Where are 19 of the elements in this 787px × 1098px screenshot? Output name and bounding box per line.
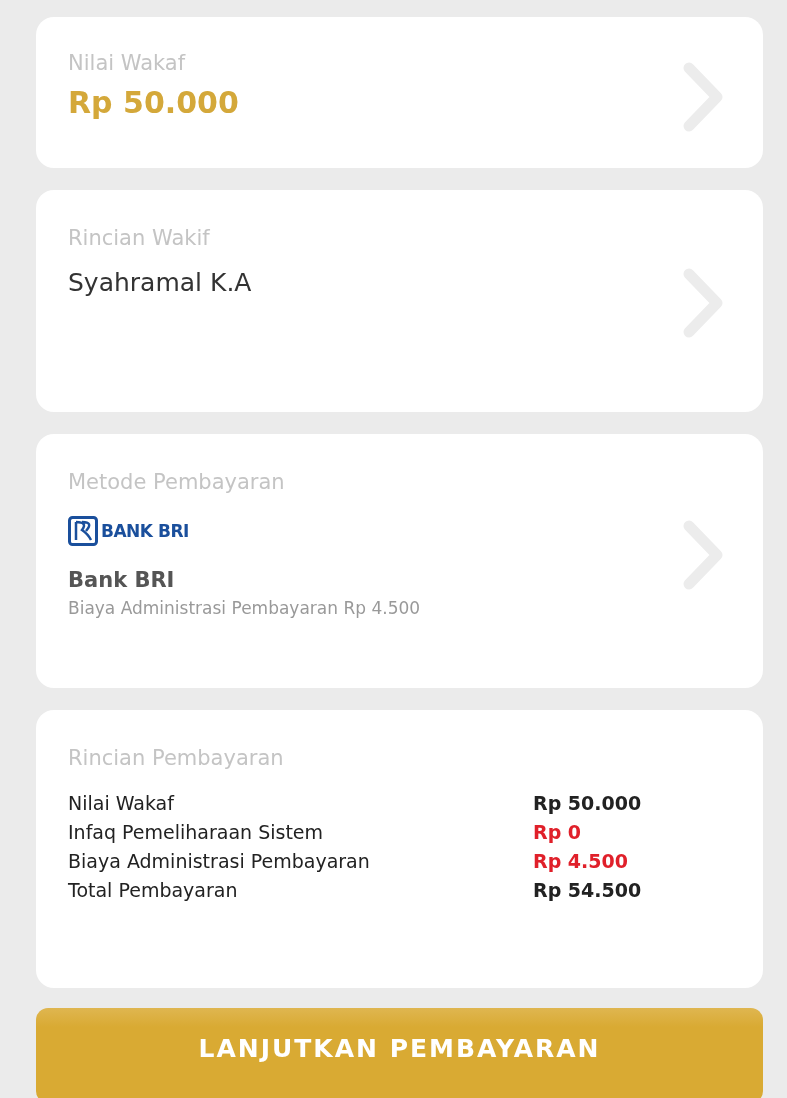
payment-method-card[interactable]: Metode Pembayaran BANK BRI Bank BRI Biaya Administrasi Pembayaran Rp 4.500	[36, 434, 763, 688]
detail-label: Nilai Wakaf	[68, 792, 176, 814]
detail-value: Rp 0	[533, 821, 583, 843]
detail-value: Rp 50.000	[533, 792, 643, 814]
wakaf-amount: Rp 50.000	[68, 85, 239, 120]
wakif-name: Syahramal K.A	[68, 268, 252, 297]
card-label: Rincian Wakif	[68, 226, 210, 250]
detail-value: Rp 54.500	[533, 879, 643, 901]
wakif-details-card[interactable]: Rincian Wakif Syahramal K.A	[36, 190, 763, 412]
card-label: Metode Pembayaran	[68, 470, 285, 494]
fee-note: Biaya Administrasi Pembayaran Rp 4.500	[68, 598, 421, 618]
bank-name: Bank BRI	[68, 568, 175, 592]
detail-label: Total Pembayaran	[68, 879, 239, 901]
bank-logo: BANK BRI	[68, 516, 189, 546]
detail-label: Biaya Administrasi Pembayaran	[68, 850, 371, 872]
detail-label: Infaq Pemeliharaan Sistem	[68, 821, 325, 843]
card-label: Rincian Pembayaran	[68, 746, 284, 770]
card-label: Nilai Wakaf	[68, 51, 186, 75]
detail-value: Rp 4.500	[533, 850, 629, 872]
